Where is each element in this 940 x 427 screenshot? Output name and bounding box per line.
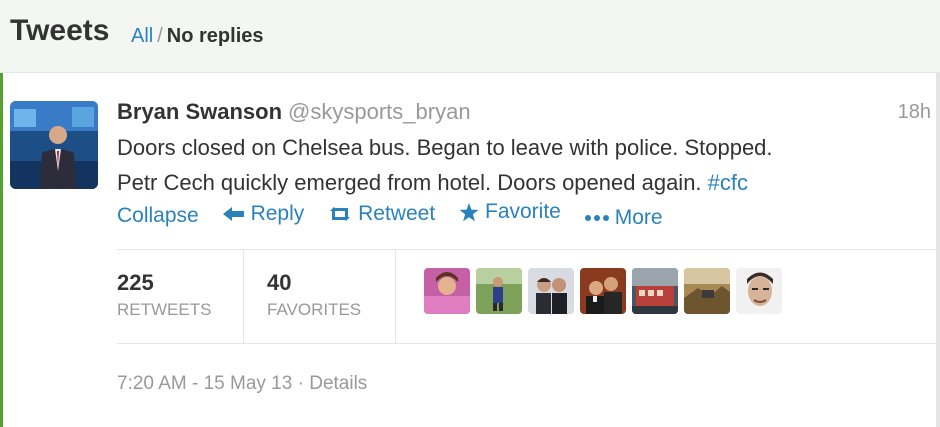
stats-divider — [395, 250, 396, 343]
tweet-timestamp[interactable]: 7:20 AM - 15 May 13 — [117, 373, 292, 394]
favorite-button[interactable]: Favorite — [459, 200, 561, 224]
author-avatar[interactable] — [10, 101, 98, 189]
retweet-icon — [330, 206, 351, 221]
favorites-label: FAVORITES — [267, 300, 362, 319]
tweet-time-ago[interactable]: 18h — [898, 101, 931, 124]
tweet-text-line-2-body: Petr Cech quickly emerged from hotel. Do… — [117, 170, 702, 195]
tweet-filters: All / No replies — [131, 25, 264, 48]
tweet-stats: 225 RETWEETS 40 FAVORITES — [117, 249, 937, 344]
filter-all-link[interactable]: All — [131, 25, 153, 47]
filter-no-replies: No replies — [166, 25, 264, 47]
favoriter-avatar[interactable] — [736, 268, 782, 314]
expanded-tweet: Bryan Swanson @skysports_bryan 18h Doors … — [0, 73, 940, 427]
left-edge-strip — [0, 73, 3, 427]
favoriter-avatar[interactable] — [528, 268, 574, 314]
filter-separator: / — [157, 25, 163, 47]
retweets-stat[interactable]: 225 RETWEETS — [117, 250, 242, 343]
tweet-meta: 7:20 AM - 15 May 13 · Details — [117, 373, 367, 395]
reply-arrow-icon — [222, 206, 244, 221]
favoriter-avatar[interactable] — [632, 268, 678, 314]
reply-label: Reply — [250, 201, 305, 225]
retweet-label: Retweet — [358, 201, 436, 225]
star-icon — [459, 202, 479, 221]
stream-header: Tweets All / No replies — [0, 0, 940, 73]
more-button[interactable]: More — [584, 205, 663, 230]
hashtag-link[interactable]: #cfc — [708, 170, 748, 195]
favoriter-avatar[interactable] — [684, 268, 730, 314]
tweet-actions: Collapse Reply Retweet Favorite More — [117, 200, 681, 230]
collapse-label: Collapse — [117, 203, 199, 227]
retweets-label: RETWEETS — [117, 300, 212, 319]
collapse-link[interactable]: Collapse — [117, 204, 199, 228]
author-name[interactable]: Bryan Swanson — [117, 99, 282, 124]
favoriter-avatar[interactable] — [424, 268, 470, 314]
stats-divider — [243, 250, 244, 343]
tweet-text-line-1: Doors closed on Chelsea bus. Began to le… — [117, 135, 773, 160]
favorites-stat[interactable]: 40 FAVORITES — [267, 250, 392, 343]
retweets-count: 225 — [117, 270, 154, 295]
tweet-text-line-2: Petr Cech quickly emerged from hotel. Do… — [117, 165, 917, 200]
favorite-label: Favorite — [485, 200, 561, 223]
favoriter-avatar[interactable] — [476, 268, 522, 314]
author-line: Bryan Swanson @skysports_bryan — [117, 99, 471, 125]
page-title: Tweets — [10, 14, 110, 47]
favorites-count: 40 — [267, 270, 292, 295]
details-link[interactable]: Details — [309, 373, 367, 394]
ellipsis-icon — [584, 214, 609, 221]
reply-button[interactable]: Reply — [222, 201, 305, 226]
retweet-button[interactable]: Retweet — [328, 202, 435, 226]
more-label: More — [614, 205, 663, 229]
author-username[interactable]: @skysports_bryan — [288, 99, 471, 124]
tweet-text: Doors closed on Chelsea bus. Began to le… — [117, 130, 917, 200]
meta-separator: · — [297, 373, 304, 394]
favoriter-avatar[interactable] — [580, 268, 626, 314]
